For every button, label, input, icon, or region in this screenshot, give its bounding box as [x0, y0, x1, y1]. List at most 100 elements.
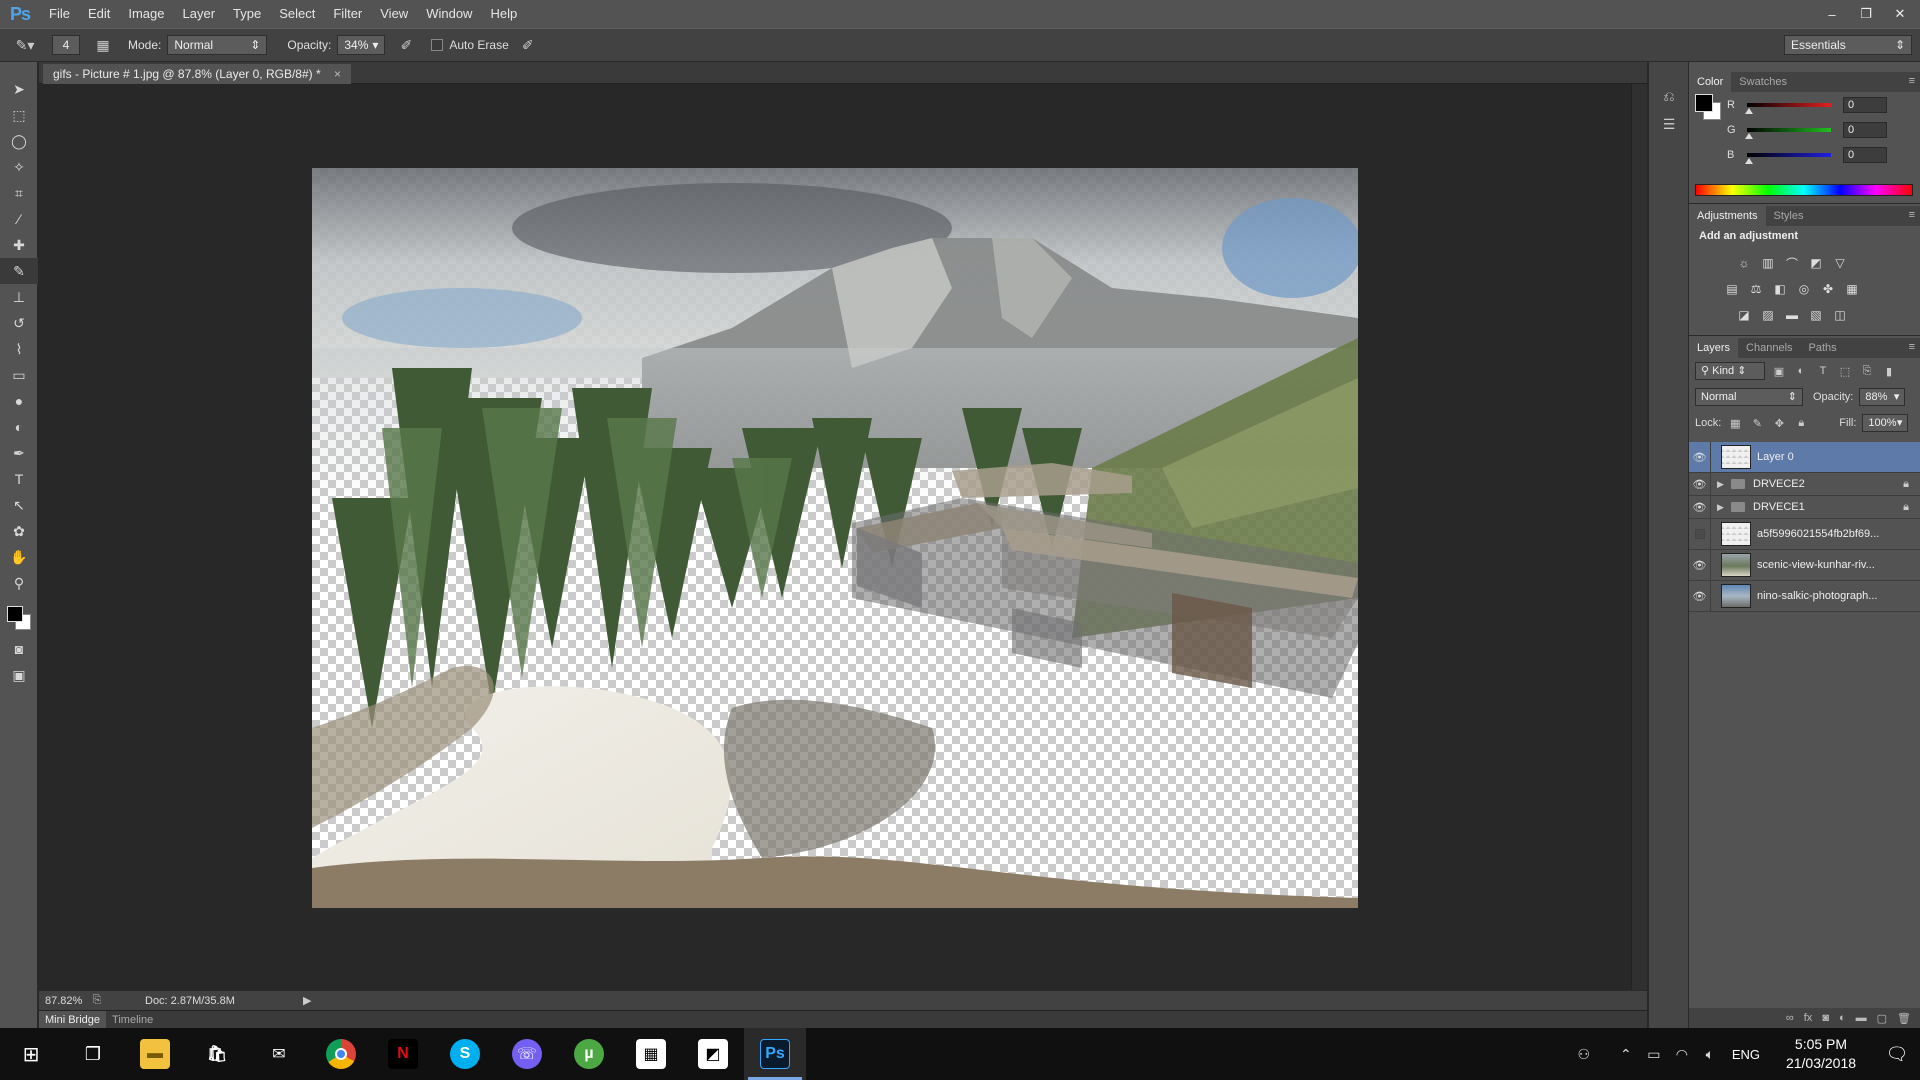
slider-thumb[interactable] [1745, 108, 1753, 114]
properties-panel-icon[interactable]: ☰ [1649, 110, 1689, 138]
eye-icon[interactable]: 👁︎ [1689, 472, 1711, 496]
tab-adjustments[interactable]: Adjustments [1689, 206, 1766, 226]
chrome-icon[interactable] [310, 1028, 372, 1080]
volume-icon[interactable]: 🔈︎ [1696, 1046, 1724, 1063]
type-tool-icon[interactable]: T [0, 466, 38, 492]
channel-mixer-icon[interactable]: ✤ [1819, 280, 1837, 298]
red-slider[interactable] [1745, 103, 1831, 114]
green-value[interactable]: 0 [1843, 122, 1887, 138]
auto-erase-checkbox[interactable]: Auto Erase [431, 38, 509, 52]
slider-thumb[interactable] [1745, 158, 1753, 164]
lock-position-icon[interactable]: ✥ [1771, 415, 1787, 431]
eye-icon[interactable]: 👁︎ [1689, 495, 1711, 519]
screen-mode-icon[interactable]: ▣ [0, 662, 38, 688]
healing-brush-tool-icon[interactable]: ✚ [0, 232, 38, 258]
filter-kind-select[interactable]: ⚲ Kind ⇕ [1695, 362, 1765, 380]
brightness-contrast-icon[interactable]: ☼ [1735, 254, 1753, 272]
posterize-icon[interactable]: ▨ [1759, 306, 1777, 324]
menu-select[interactable]: Select [270, 0, 324, 28]
lock-transparent-icon[interactable]: ▦ [1727, 415, 1743, 431]
brush-tool-icon[interactable]: ⌇ [0, 336, 38, 362]
layer-group-row[interactable]: 👁︎ ▶ DRVECE2 🔒︎ [1689, 472, 1920, 496]
tab-paths[interactable]: Paths [1801, 338, 1845, 358]
exposure-icon[interactable]: ◩ [1807, 254, 1825, 272]
brush-panel-icon[interactable]: ▦ [92, 34, 114, 56]
menu-image[interactable]: Image [119, 0, 173, 28]
layer-name[interactable]: nino-salkic-photograph... [1757, 590, 1885, 602]
show-hidden-icons-icon[interactable]: ⌃ [1612, 1046, 1640, 1063]
pen-tool-icon[interactable]: ✒ [0, 440, 38, 466]
blue-value[interactable]: 0 [1843, 147, 1887, 163]
invert-icon[interactable]: ◪ [1735, 306, 1753, 324]
task-view-icon[interactable]: ❐ [62, 1028, 124, 1080]
hue-saturation-icon[interactable]: ▤ [1723, 280, 1741, 298]
layer-name[interactable]: scenic-view-kunhar-riv... [1757, 559, 1885, 571]
document-tab[interactable]: gifs - Picture # 1.jpg @ 87.8% (Layer 0,… [43, 64, 351, 84]
panel-menu-icon[interactable]: ≡ [1909, 209, 1915, 221]
menu-layer[interactable]: Layer [174, 0, 225, 28]
gradient-map-icon[interactable]: ▧ [1807, 306, 1825, 324]
smart-object-filter-icon[interactable]: ⎘ [1859, 363, 1875, 379]
zoom-tool-icon[interactable]: ⚲ [0, 570, 38, 596]
clock[interactable]: 5:05 PM 21/03/2018 [1776, 1035, 1866, 1073]
lock-image-icon[interactable]: ✎ [1749, 415, 1765, 431]
menu-edit[interactable]: Edit [79, 0, 119, 28]
tab-channels[interactable]: Channels [1738, 338, 1800, 358]
move-tool-icon[interactable]: ➤ [0, 76, 38, 102]
layer-name[interactable]: DRVECE2 [1753, 478, 1881, 490]
quick-selection-tool-icon[interactable]: ✧ [0, 154, 38, 180]
selective-color-icon[interactable]: ◫ [1831, 306, 1849, 324]
expand-arrow-icon[interactable]: ▶ [1717, 479, 1727, 490]
delete-layer-icon[interactable]: 🗑︎ [1897, 1012, 1911, 1025]
red-value[interactable]: 0 [1843, 97, 1887, 113]
marquee-tool-icon[interactable]: ⬚ [0, 102, 38, 128]
photo-filter-icon[interactable]: ◎ [1795, 280, 1813, 298]
hand-tool-icon[interactable]: ✋ [0, 544, 38, 570]
layer-opacity-field[interactable]: 88% ▾ [1859, 388, 1906, 406]
menu-help[interactable]: Help [481, 0, 526, 28]
levels-icon[interactable]: ▥ [1759, 254, 1777, 272]
calculator-icon[interactable]: ▦ [620, 1028, 682, 1080]
history-panel-icon[interactable]: ⎌ [1649, 82, 1689, 110]
airbrush-pressure-icon[interactable]: ✐ [395, 34, 417, 56]
layer-group-row[interactable]: 👁︎ ▶ DRVECE1 🔒︎ [1689, 495, 1920, 519]
threshold-icon[interactable]: ▬ [1783, 306, 1801, 324]
status-menu-arrow-icon[interactable]: ▶ [303, 994, 311, 1007]
new-layer-icon[interactable]: ▢ [1877, 1012, 1887, 1025]
eye-icon[interactable]: 👁︎ [1689, 549, 1711, 581]
status-info-icon[interactable]: ⎘ [89, 994, 105, 1007]
skype-icon[interactable]: S [434, 1028, 496, 1080]
tab-layers[interactable]: Layers [1689, 338, 1739, 358]
new-group-icon[interactable]: ▬ [1856, 1012, 1867, 1024]
layer-name[interactable]: a5f5996021554fb2bf69... [1757, 528, 1885, 540]
link-layers-icon[interactable]: ∞ [1786, 1012, 1794, 1024]
close-tab-icon[interactable]: × [334, 67, 341, 81]
menu-window[interactable]: Window [417, 0, 481, 28]
tab-color[interactable]: Color [1689, 72, 1732, 92]
gradient-tool-icon[interactable]: ▭ [0, 362, 38, 388]
restore-button[interactable]: ❐ [1856, 4, 1876, 24]
eraser-tool-icon[interactable]: ✎ [0, 258, 38, 284]
color-spectrum-ramp[interactable] [1695, 184, 1913, 196]
vibrance-icon[interactable]: ▽ [1831, 254, 1849, 272]
tab-swatches[interactable]: Swatches [1731, 72, 1795, 92]
crop-tool-icon[interactable]: ⌗ [0, 180, 38, 206]
brush-size-picker[interactable]: 4 [52, 35, 80, 55]
opacity-field[interactable]: 34% ▾ [337, 35, 386, 55]
netflix-icon[interactable]: N [372, 1028, 434, 1080]
file-explorer-icon[interactable]: ▬ [124, 1028, 186, 1080]
dodge-tool-icon[interactable]: ◐ [0, 414, 38, 440]
blend-mode-select[interactable]: Normal ⇕ [1695, 388, 1803, 406]
history-brush-tool-icon[interactable]: ↺ [0, 310, 38, 336]
shape-filter-icon[interactable]: ⬚ [1837, 363, 1853, 379]
path-selection-tool-icon[interactable]: ↖ [0, 492, 38, 518]
wifi-icon[interactable]: ◠ [1668, 1046, 1696, 1063]
store-icon[interactable]: 🛍︎ [186, 1028, 248, 1080]
layer-row[interactable]: a5f5996021554fb2bf69... [1689, 518, 1920, 550]
foreground-color-swatch[interactable] [1695, 94, 1713, 112]
slider-thumb[interactable] [1745, 133, 1753, 139]
notifications-icon[interactable]: 🗨︎ [1874, 1044, 1920, 1065]
menu-type[interactable]: Type [224, 0, 270, 28]
minimize-button[interactable]: – [1822, 4, 1842, 24]
type-filter-icon[interactable]: T [1815, 363, 1831, 379]
